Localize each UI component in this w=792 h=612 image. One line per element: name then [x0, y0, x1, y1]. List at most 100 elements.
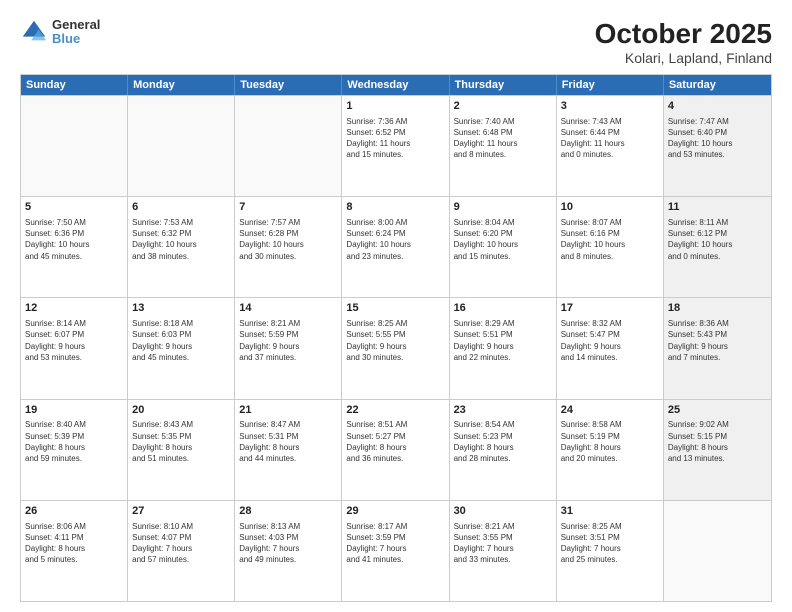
- day-number: 11: [668, 200, 767, 215]
- calendar-cell: 1 Sunrise: 7:36 AM Sunset: 6:52 PM Daylig…: [342, 96, 449, 196]
- day-info: Sunrise: 8:58 AM Sunset: 5:19 PM Dayligh…: [561, 419, 659, 464]
- day-number: 4: [668, 99, 767, 114]
- day-info: Sunrise: 8:10 AM Sunset: 4:07 PM Dayligh…: [132, 521, 230, 566]
- calendar-cell: 5 Sunrise: 7:50 AM Sunset: 6:36 PM Daylig…: [21, 197, 128, 297]
- calendar-body: 1 Sunrise: 7:36 AM Sunset: 6:52 PM Daylig…: [21, 95, 771, 601]
- calendar: SundayMondayTuesdayWednesdayThursdayFrid…: [20, 74, 772, 602]
- day-info: Sunrise: 8:54 AM Sunset: 5:23 PM Dayligh…: [454, 419, 552, 464]
- day-number: 27: [132, 504, 230, 519]
- day-number: 3: [561, 99, 659, 114]
- calendar-cell: 14Sunrise: 8:21 AM Sunset: 5:59 PM Dayli…: [235, 298, 342, 398]
- day-number: 2: [454, 99, 552, 114]
- day-number: 6: [132, 200, 230, 215]
- day-number: 5: [25, 200, 123, 215]
- calendar-cell: [21, 96, 128, 196]
- weekday-header: Monday: [128, 75, 235, 95]
- day-info: Sunrise: 7:36 AM Sunset: 6:52 PM Dayligh…: [346, 116, 444, 161]
- calendar-cell: 23Sunrise: 8:54 AM Sunset: 5:23 PM Dayli…: [450, 400, 557, 500]
- day-info: Sunrise: 7:57 AM Sunset: 6:28 PM Dayligh…: [239, 217, 337, 262]
- day-number: 9: [454, 200, 552, 215]
- day-number: 10: [561, 200, 659, 215]
- calendar-cell: 20Sunrise: 8:43 AM Sunset: 5:35 PM Dayli…: [128, 400, 235, 500]
- weekday-header: Friday: [557, 75, 664, 95]
- day-info: Sunrise: 7:50 AM Sunset: 6:36 PM Dayligh…: [25, 217, 123, 262]
- calendar-cell: 15 Sunrise: 8:25 AM Sunset: 5:55 PM Dayli…: [342, 298, 449, 398]
- calendar-header: SundayMondayTuesdayWednesdayThursdayFrid…: [21, 75, 771, 95]
- day-number: 28: [239, 504, 337, 519]
- calendar-cell: 25Sunrise: 9:02 AM Sunset: 5:15 PM Dayli…: [664, 400, 771, 500]
- day-number: 25: [668, 403, 767, 418]
- day-info: Sunrise: 8:14 AM Sunset: 6:07 PM Dayligh…: [25, 318, 123, 363]
- calendar-row: 1 Sunrise: 7:36 AM Sunset: 6:52 PM Daylig…: [21, 95, 771, 196]
- calendar-cell: 10 Sunrise: 8:07 AM Sunset: 6:16 PM Dayli…: [557, 197, 664, 297]
- day-number: 26: [25, 504, 123, 519]
- calendar-cell: 27 Sunrise: 8:10 AM Sunset: 4:07 PM Dayli…: [128, 501, 235, 601]
- weekday-header: Sunday: [21, 75, 128, 95]
- day-info: Sunrise: 8:29 AM Sunset: 5:51 PM Dayligh…: [454, 318, 552, 363]
- logo-line2: Blue: [52, 32, 100, 46]
- calendar-cell: 28Sunrise: 8:13 AM Sunset: 4:03 PM Dayli…: [235, 501, 342, 601]
- calendar-cell: 29Sunrise: 8:17 AM Sunset: 3:59 PM Dayli…: [342, 501, 449, 601]
- calendar-row: 12 Sunrise: 8:14 AM Sunset: 6:07 PM Dayli…: [21, 297, 771, 398]
- day-info: Sunrise: 7:43 AM Sunset: 6:44 PM Dayligh…: [561, 116, 659, 161]
- calendar-row: 5 Sunrise: 7:50 AM Sunset: 6:36 PM Daylig…: [21, 196, 771, 297]
- calendar-cell: 6Sunrise: 7:53 AM Sunset: 6:32 PM Daylig…: [128, 197, 235, 297]
- calendar-cell: 21Sunrise: 8:47 AM Sunset: 5:31 PM Dayli…: [235, 400, 342, 500]
- calendar-cell: 2 Sunrise: 7:40 AM Sunset: 6:48 PM Daylig…: [450, 96, 557, 196]
- day-info: Sunrise: 8:36 AM Sunset: 5:43 PM Dayligh…: [668, 318, 767, 363]
- calendar-cell: 4Sunrise: 7:47 AM Sunset: 6:40 PM Daylig…: [664, 96, 771, 196]
- day-info: Sunrise: 7:40 AM Sunset: 6:48 PM Dayligh…: [454, 116, 552, 161]
- calendar-cell: 11Sunrise: 8:11 AM Sunset: 6:12 PM Dayli…: [664, 197, 771, 297]
- day-number: 24: [561, 403, 659, 418]
- calendar-cell: 3 Sunrise: 7:43 AM Sunset: 6:44 PM Daylig…: [557, 96, 664, 196]
- calendar-cell: 18Sunrise: 8:36 AM Sunset: 5:43 PM Dayli…: [664, 298, 771, 398]
- day-number: 15: [346, 301, 444, 316]
- calendar-cell: 9 Sunrise: 8:04 AM Sunset: 6:20 PM Daylig…: [450, 197, 557, 297]
- day-number: 30: [454, 504, 552, 519]
- calendar-cell: 26 Sunrise: 8:06 AM Sunset: 4:11 PM Dayli…: [21, 501, 128, 601]
- calendar-title: October 2025: [595, 18, 772, 50]
- calendar-cell: 12 Sunrise: 8:14 AM Sunset: 6:07 PM Dayli…: [21, 298, 128, 398]
- day-number: 12: [25, 301, 123, 316]
- day-info: Sunrise: 8:40 AM Sunset: 5:39 PM Dayligh…: [25, 419, 123, 464]
- calendar-cell: 24Sunrise: 8:58 AM Sunset: 5:19 PM Dayli…: [557, 400, 664, 500]
- day-info: Sunrise: 8:43 AM Sunset: 5:35 PM Dayligh…: [132, 419, 230, 464]
- day-number: 29: [346, 504, 444, 519]
- weekday-header: Wednesday: [342, 75, 449, 95]
- calendar-cell: 16Sunrise: 8:29 AM Sunset: 5:51 PM Dayli…: [450, 298, 557, 398]
- day-number: 20: [132, 403, 230, 418]
- calendar-row: 19Sunrise: 8:40 AM Sunset: 5:39 PM Dayli…: [21, 399, 771, 500]
- day-info: Sunrise: 8:21 AM Sunset: 3:55 PM Dayligh…: [454, 521, 552, 566]
- day-number: 22: [346, 403, 444, 418]
- day-info: Sunrise: 8:51 AM Sunset: 5:27 PM Dayligh…: [346, 419, 444, 464]
- day-number: 21: [239, 403, 337, 418]
- day-number: 31: [561, 504, 659, 519]
- day-number: 17: [561, 301, 659, 316]
- calendar-cell: 8Sunrise: 8:00 AM Sunset: 6:24 PM Daylig…: [342, 197, 449, 297]
- calendar-cell: 31 Sunrise: 8:25 AM Sunset: 3:51 PM Dayli…: [557, 501, 664, 601]
- day-info: Sunrise: 8:06 AM Sunset: 4:11 PM Dayligh…: [25, 521, 123, 566]
- header: General Blue October 2025 Kolari, Laplan…: [20, 18, 772, 66]
- weekday-header: Tuesday: [235, 75, 342, 95]
- day-info: Sunrise: 8:47 AM Sunset: 5:31 PM Dayligh…: [239, 419, 337, 464]
- title-block: October 2025 Kolari, Lapland, Finland: [595, 18, 772, 66]
- calendar-cell: 22Sunrise: 8:51 AM Sunset: 5:27 PM Dayli…: [342, 400, 449, 500]
- day-number: 14: [239, 301, 337, 316]
- day-info: Sunrise: 8:32 AM Sunset: 5:47 PM Dayligh…: [561, 318, 659, 363]
- calendar-cell: 17 Sunrise: 8:32 AM Sunset: 5:47 PM Dayli…: [557, 298, 664, 398]
- day-number: 1: [346, 99, 444, 114]
- calendar-cell: 7 Sunrise: 7:57 AM Sunset: 6:28 PM Daylig…: [235, 197, 342, 297]
- day-info: Sunrise: 8:25 AM Sunset: 5:55 PM Dayligh…: [346, 318, 444, 363]
- day-info: Sunrise: 8:04 AM Sunset: 6:20 PM Dayligh…: [454, 217, 552, 262]
- day-number: 7: [239, 200, 337, 215]
- day-info: Sunrise: 8:25 AM Sunset: 3:51 PM Dayligh…: [561, 521, 659, 566]
- calendar-row: 26 Sunrise: 8:06 AM Sunset: 4:11 PM Dayli…: [21, 500, 771, 601]
- day-info: Sunrise: 8:00 AM Sunset: 6:24 PM Dayligh…: [346, 217, 444, 262]
- page: General Blue October 2025 Kolari, Laplan…: [0, 0, 792, 612]
- day-number: 19: [25, 403, 123, 418]
- day-info: Sunrise: 8:07 AM Sunset: 6:16 PM Dayligh…: [561, 217, 659, 262]
- logo-icon: [20, 18, 48, 46]
- day-info: Sunrise: 8:18 AM Sunset: 6:03 PM Dayligh…: [132, 318, 230, 363]
- calendar-cell: [664, 501, 771, 601]
- logo: General Blue: [20, 18, 100, 47]
